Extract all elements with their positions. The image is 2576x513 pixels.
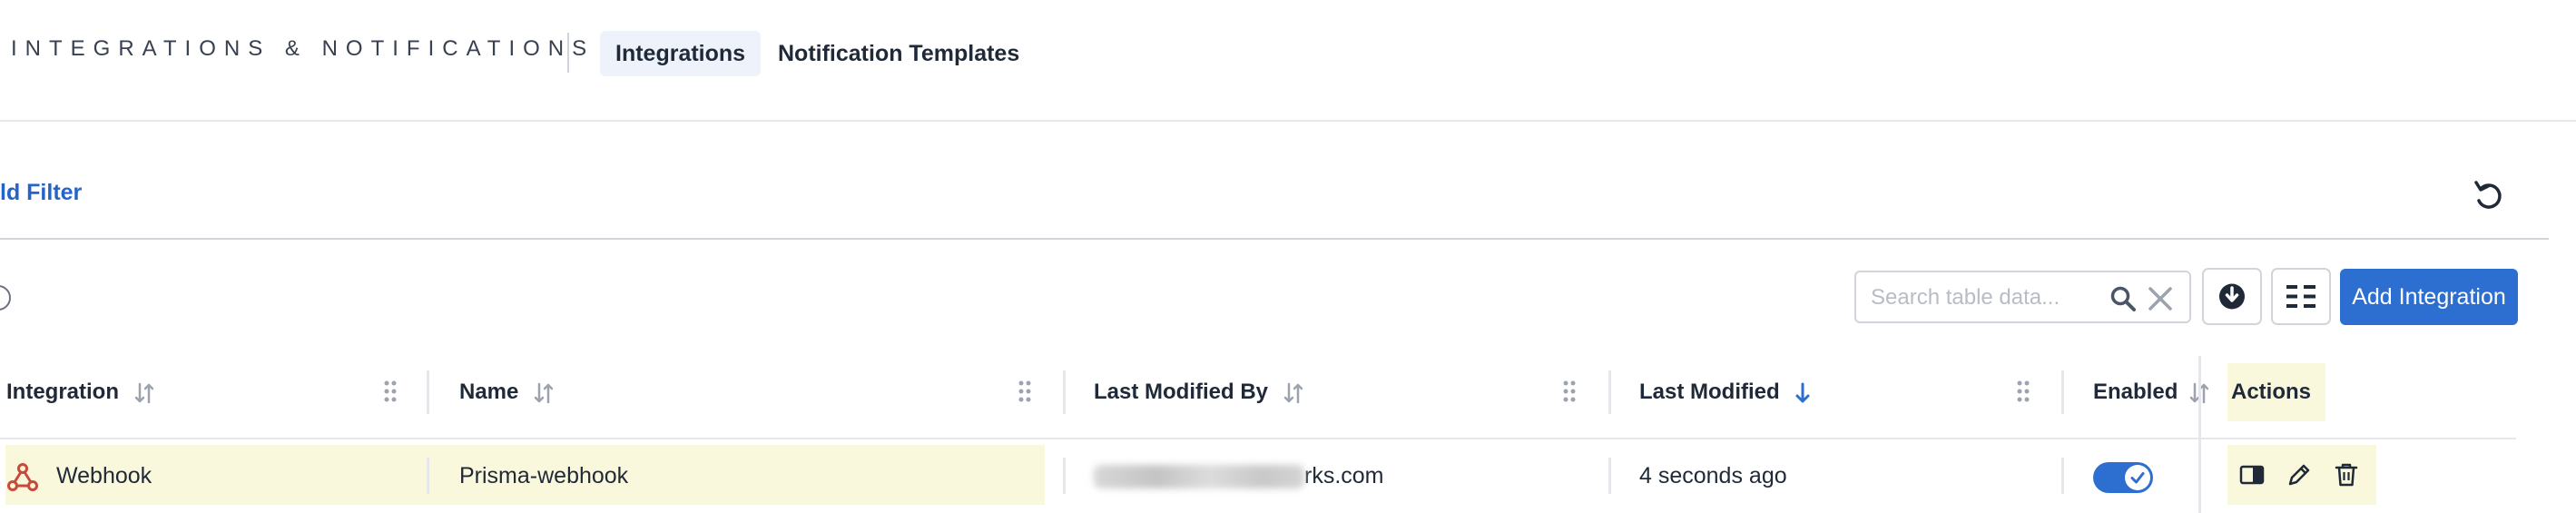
column-header-label: Enabled <box>2093 380 2178 404</box>
sort-icon[interactable] <box>1282 381 1305 405</box>
cell-divider <box>1063 458 1066 494</box>
add-filter-link[interactable]: ld Filter <box>0 180 82 206</box>
tab-integrations[interactable]: Integrations <box>600 31 762 76</box>
sort-icon[interactable] <box>532 381 556 405</box>
search-box <box>1854 271 2191 323</box>
drag-handle-icon[interactable] <box>1018 380 1032 403</box>
column-header-actions: Actions <box>2227 363 2325 421</box>
column-header-enabled[interactable]: Enabled <box>2093 370 2211 414</box>
webhook-icon <box>7 463 38 491</box>
column-header-integration[interactable]: Integration <box>6 370 156 414</box>
cell-integration: Webhook <box>56 463 152 488</box>
tab-notification-templates[interactable]: Notification Templates <box>762 31 1035 76</box>
row-actions <box>2227 445 2376 505</box>
cell-divider <box>1608 458 1611 494</box>
cell-name[interactable]: Prisma-webhook <box>459 459 628 492</box>
header-divider <box>567 33 569 73</box>
trash-icon[interactable] <box>2333 461 2360 488</box>
download-icon <box>2219 283 2245 310</box>
header-row-divider <box>0 438 2516 439</box>
cell-last-modified-by: rks.com <box>1094 459 1384 492</box>
cell-divider <box>2061 458 2064 494</box>
filter-divider <box>0 238 2549 240</box>
column-header-label: Last Modified <box>1639 380 1780 404</box>
column-header-last-modified-by[interactable]: Last Modified By <box>1094 370 1305 414</box>
cell-last-modified: 4 seconds ago <box>1639 463 1787 488</box>
drag-handle-icon[interactable] <box>2016 380 2030 403</box>
column-header-label: Last Modified By <box>1094 380 1269 404</box>
column-divider[interactable] <box>427 370 429 414</box>
enabled-toggle[interactable] <box>2093 462 2153 493</box>
edit-icon[interactable] <box>2286 461 2313 488</box>
drag-handle-icon[interactable] <box>383 380 398 403</box>
column-header-label: Name <box>459 380 519 404</box>
sort-desc-icon[interactable] <box>1793 381 1813 405</box>
column-header-last-modified[interactable]: Last Modified <box>1639 370 1813 414</box>
toggle-knob <box>2125 465 2150 490</box>
redacted-email <box>1094 465 1304 489</box>
columns-button[interactable] <box>2271 268 2331 325</box>
select-all-radio[interactable] <box>0 285 11 311</box>
column-divider[interactable] <box>1063 370 1066 414</box>
clear-icon[interactable] <box>2147 285 2174 312</box>
cell-email-suffix: rks.com <box>1304 463 1384 488</box>
page-header: INTEGRATIONS & NOTIFICATIONS Integration… <box>0 0 2576 122</box>
column-header-label: Integration <box>6 380 119 404</box>
search-icon[interactable] <box>2109 285 2137 312</box>
reset-icon <box>2474 181 2502 209</box>
drag-handle-icon[interactable] <box>1562 380 1577 403</box>
column-header-name[interactable]: Name <box>459 370 556 414</box>
columns-icon <box>2286 285 2315 308</box>
add-integration-button[interactable]: Add Integration <box>2340 269 2518 325</box>
pinned-column-divider <box>2198 356 2201 513</box>
download-button[interactable] <box>2202 268 2262 325</box>
details-panel-icon[interactable] <box>2238 461 2266 488</box>
column-divider[interactable] <box>1608 370 1611 414</box>
reset-filters-button[interactable] <box>2469 176 2509 216</box>
cell-divider <box>427 458 429 494</box>
column-divider[interactable] <box>2061 370 2064 414</box>
page-title: INTEGRATIONS & NOTIFICATIONS <box>11 36 595 61</box>
search-input[interactable] <box>1869 283 2104 312</box>
check-icon <box>2130 472 2145 484</box>
sort-icon[interactable] <box>133 381 156 405</box>
